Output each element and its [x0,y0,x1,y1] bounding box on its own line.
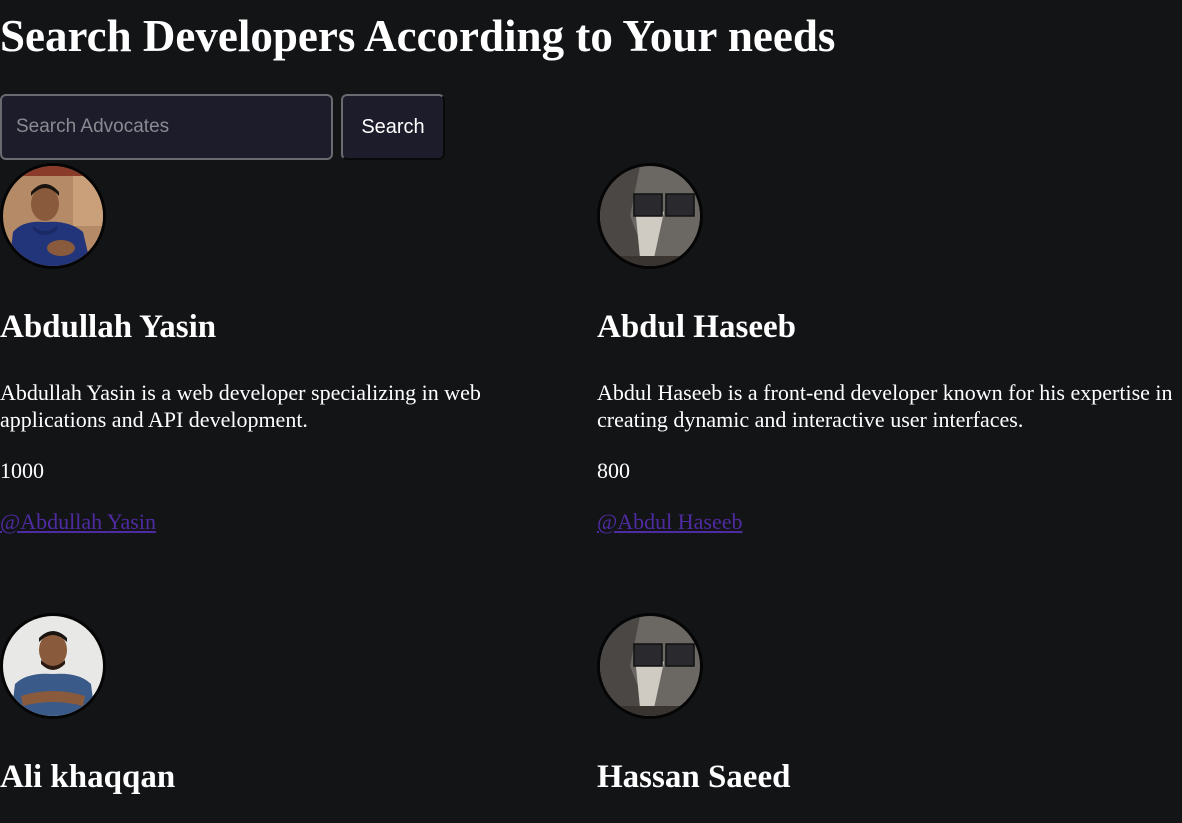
placeholder-photo-icon [597,163,703,269]
developer-name: Hassan Saeed [597,759,791,795]
placeholder-photo-icon [597,613,703,719]
developer-description: Abdul Haseeb is a front-end developer kn… [597,380,1173,432]
page-title: Search Developers According to Your need… [0,11,836,61]
developer-rate: 800 [597,458,630,483]
developer-rate: 1000 [0,458,44,483]
developer-name: Abdullah Yasin [0,309,217,345]
page: Search Developers According to Your need… [0,0,1182,823]
search-button[interactable]: Search [341,94,445,160]
developer-name: Ali khaqqan [0,759,176,795]
person-photo-icon [0,613,106,719]
developer-profile-link[interactable]: @Abdul Haseeb [597,508,743,535]
developer-profile-link[interactable]: @Abdullah Yasin [0,508,156,535]
developer-description: Abdullah Yasin is a web developer specia… [0,380,481,432]
person-photo-icon [0,163,106,269]
developer-name: Abdul Haseeb [597,309,796,345]
search-input[interactable] [0,94,333,160]
